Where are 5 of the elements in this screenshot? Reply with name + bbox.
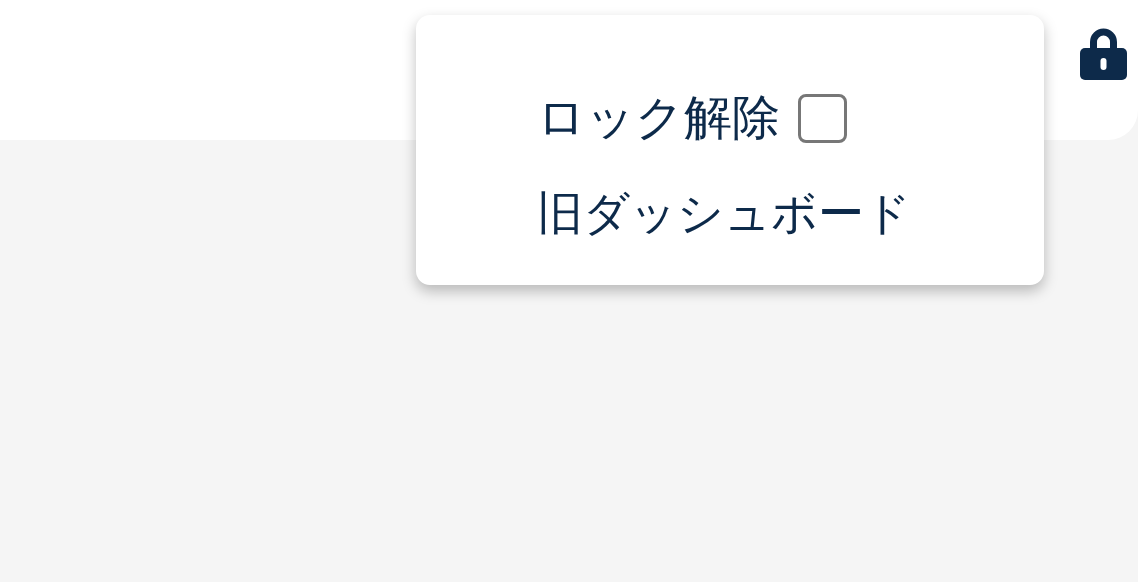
unlock-option[interactable]: ロック解除 [537,83,1044,153]
checkbox[interactable] [798,93,847,143]
lock-icon[interactable] [1080,27,1127,80]
option-label: ロック解除 [537,94,780,142]
menu-link[interactable]: 旧ダッシュボード [537,181,1044,245]
